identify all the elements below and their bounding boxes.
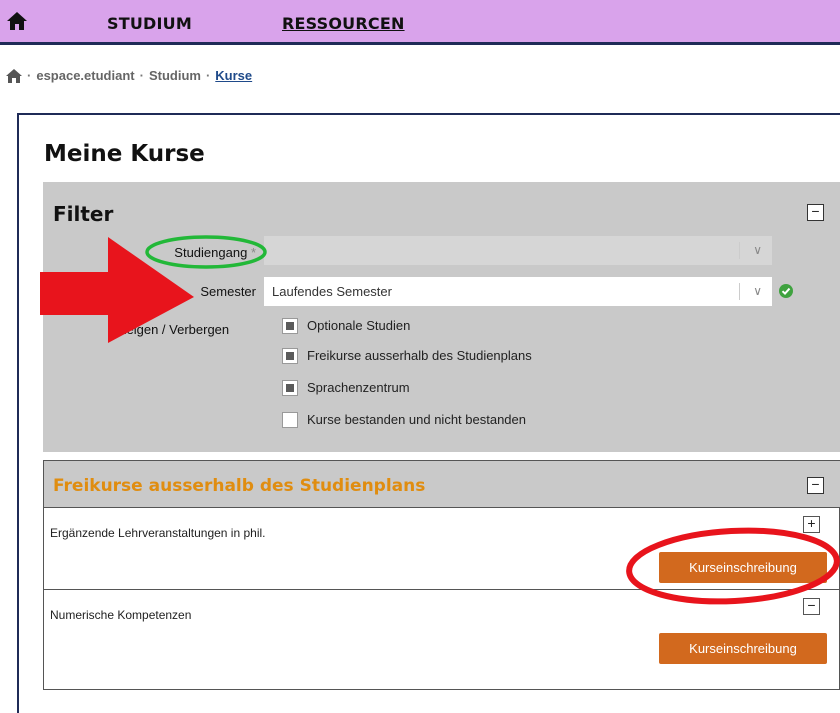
semester-value: Laufendes Semester — [272, 284, 392, 299]
page-title: Meine Kurse — [44, 141, 205, 167]
breadcrumb-separator: · — [27, 68, 32, 83]
required-mark: * — [250, 245, 256, 260]
checkbox-sprachenzentrum[interactable] — [282, 380, 298, 396]
checkbox-optionale-studien[interactable] — [282, 318, 298, 334]
expand-button[interactable]: + — [803, 516, 820, 533]
section-collapse-button[interactable]: − — [807, 477, 824, 494]
semester-label: Semester — [200, 284, 256, 299]
chevron-down-icon[interactable]: ∨ — [753, 236, 762, 265]
breadcrumb-studium[interactable]: Studium — [149, 68, 201, 83]
select-divider — [739, 283, 740, 300]
row-divider — [44, 589, 840, 590]
breadcrumb-separator: · — [139, 68, 144, 83]
nav-studium[interactable]: STUDIUM — [107, 14, 192, 33]
breadcrumb-kurse[interactable]: Kurse — [215, 68, 252, 83]
checkbox-freikurse[interactable] — [282, 348, 298, 364]
filter-title: Filter — [53, 202, 114, 226]
checkbox-label: Sprachenzentrum — [307, 380, 410, 395]
kurseinschreibung-button[interactable]: Kurseinschreibung — [659, 552, 827, 583]
home-icon[interactable] — [6, 68, 22, 83]
checkbox-kurse-bestanden[interactable] — [282, 412, 298, 428]
kurseinschreibung-button[interactable]: Kurseinschreibung — [659, 633, 827, 664]
course-row-name: Ergänzende Lehrveranstaltungen in phil. — [50, 526, 266, 540]
studiengang-select[interactable]: ∨ — [264, 236, 772, 265]
breadcrumb-separator: · — [205, 68, 211, 83]
row-divider — [44, 507, 840, 508]
checkbox-label: Optionale Studien — [307, 318, 411, 333]
chevron-down-icon[interactable]: ∨ — [753, 277, 762, 306]
section-title: Freikurse ausserhalb des Studienplans — [53, 476, 426, 496]
home-icon[interactable] — [6, 10, 28, 32]
nav-ressourcen[interactable]: RESSOURCEN — [282, 14, 405, 33]
course-row-name: Numerische Kompetenzen — [50, 608, 192, 622]
studiengang-label: Studiengang * — [150, 245, 256, 260]
top-nav-bar: STUDIUM RESSOURCEN — [0, 0, 840, 45]
semester-select[interactable]: Laufendes Semester ∨ — [264, 277, 772, 306]
show-hide-label: zeigen / Verbergen — [120, 322, 230, 337]
select-divider — [739, 242, 740, 259]
filter-collapse-button[interactable]: − — [807, 204, 824, 221]
checkmark-ok-icon — [779, 284, 793, 298]
checkbox-label: Freikurse ausserhalb des Studienplans — [307, 348, 532, 363]
studiengang-label-text: Studiengang — [174, 245, 248, 260]
checkbox-label: Kurse bestanden und nicht bestanden — [307, 412, 527, 427]
breadcrumb-espace-etudiant[interactable]: espace.etudiant — [36, 68, 134, 83]
collapse-button[interactable]: − — [803, 598, 820, 615]
breadcrumb: · espace.etudiant · Studium · Kurse — [6, 68, 252, 83]
